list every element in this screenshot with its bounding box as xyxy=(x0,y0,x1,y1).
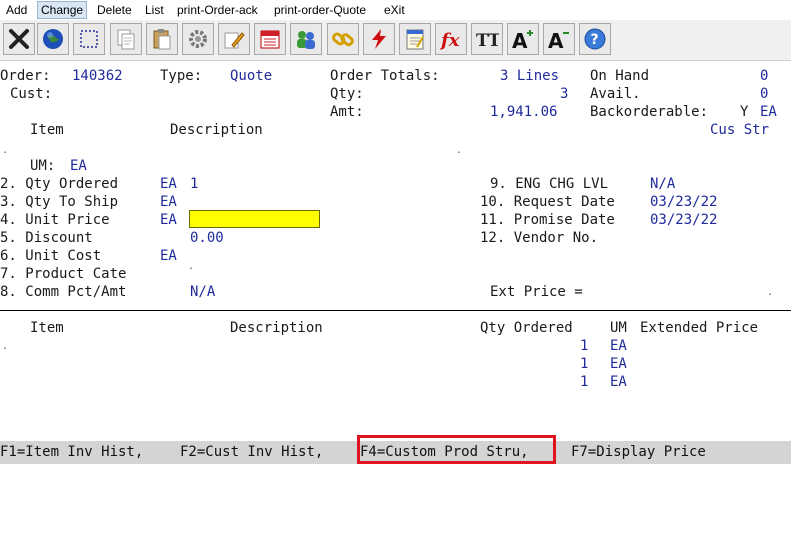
table-row-qty[interactable]: 1 xyxy=(580,355,588,373)
close-icon[interactable] xyxy=(3,23,35,55)
svg-text:TT: TT xyxy=(476,31,499,51)
font-increase-icon[interactable]: A xyxy=(507,23,539,55)
comm-pct-amt-label: 8. Comm Pct/Amt xyxy=(0,284,127,300)
qty-total: 3 xyxy=(560,86,569,102)
globe-icon[interactable] xyxy=(37,23,69,55)
menu-list[interactable]: List xyxy=(145,3,164,17)
f2-cust-inv-hist[interactable]: F2=Cust Inv Hist, xyxy=(180,441,323,464)
amt-total: 1,941.06 xyxy=(490,104,558,120)
svg-text:fx: fx xyxy=(439,30,460,51)
backorderable-label: Backorderable: xyxy=(590,104,709,120)
qty-ordered-label: 2. Qty Ordered xyxy=(0,176,119,192)
f1-item-inv-hist[interactable]: F1=Item Inv Hist, xyxy=(0,441,143,464)
svg-text:?: ? xyxy=(591,32,599,48)
request-date-value[interactable]: 03/23/22 xyxy=(650,193,717,211)
f7-display-price[interactable]: F7=Display Price xyxy=(571,441,706,464)
menu-exit[interactable]: eXit xyxy=(384,3,405,17)
function-icon[interactable]: fx xyxy=(435,23,467,55)
font-decrease-icon[interactable]: A xyxy=(543,23,575,55)
description-column-header: Description xyxy=(170,122,263,138)
type-label: Type: xyxy=(160,68,203,84)
order-label: Order: xyxy=(0,68,51,84)
field-marker: . xyxy=(767,287,774,298)
svg-text:A: A xyxy=(548,29,564,51)
menu-change[interactable]: Change xyxy=(37,1,88,19)
menu-bar: Add Change Delete List print-Order-ack p… xyxy=(0,0,791,20)
table-row-um[interactable]: EA xyxy=(610,337,627,355)
cust-label: Cust: xyxy=(10,86,53,102)
lines-count: 3 Lines xyxy=(500,68,560,84)
on-hand-label: On Hand xyxy=(590,68,650,84)
settings-icon[interactable] xyxy=(182,23,214,55)
menu-print-order-quote[interactable]: print-order-Quote xyxy=(274,3,366,17)
edit-icon[interactable] xyxy=(218,23,250,55)
avail-label: Avail. xyxy=(590,86,641,102)
lines-qty-ordered-header: Qty Ordered xyxy=(480,320,573,336)
avail-value: 0 xyxy=(760,86,769,102)
field-marker: . xyxy=(456,145,463,156)
order-totals-label: Order Totals: xyxy=(330,68,440,84)
table-row-qty[interactable]: 1 xyxy=(580,337,588,355)
field-marker: . xyxy=(188,261,195,272)
unit-price-label: 4. Unit Price xyxy=(0,212,110,228)
svg-text:A: A xyxy=(512,29,528,51)
table-row-qty[interactable]: 1 xyxy=(580,373,588,391)
lines-description-header: Description xyxy=(230,320,323,336)
order-entry-screen: Order: 140362 Type: Quote Order Totals: … xyxy=(0,61,791,441)
menu-print-order-ack[interactable]: print-Order-ack xyxy=(177,3,258,17)
discount-value[interactable]: 0.00 xyxy=(190,229,224,247)
ext-price-label: Ext Price = xyxy=(490,284,583,300)
product-category-label: 7. Product Cate xyxy=(0,266,127,282)
qty-ordered-um: EA xyxy=(160,176,177,192)
lines-um-header: UM xyxy=(610,320,627,336)
toolbar: fx TT A A ? xyxy=(0,20,791,61)
field-marker: . xyxy=(2,341,9,352)
comm-pct-amt-value: N/A xyxy=(190,284,216,300)
on-hand-value: 0 xyxy=(760,68,769,84)
um-value: EA xyxy=(70,158,87,174)
amt-label: Amt: xyxy=(330,104,364,120)
notepad-icon[interactable] xyxy=(399,23,431,55)
um-label: UM: xyxy=(30,158,56,174)
vendor-no-label: 12. Vendor No. xyxy=(480,230,599,246)
font-size-icon[interactable]: TT xyxy=(471,23,503,55)
unit-cost-um: EA xyxy=(160,248,177,264)
table-row-um[interactable]: EA xyxy=(610,373,627,391)
discount-label: 5. Discount xyxy=(0,230,93,246)
backorderable-value: Y xyxy=(740,104,749,120)
copy-icon[interactable] xyxy=(110,23,142,55)
lightning-icon[interactable] xyxy=(363,23,395,55)
select-icon[interactable] xyxy=(73,23,105,55)
menu-delete[interactable]: Delete xyxy=(97,3,132,17)
unit-price-um: EA xyxy=(160,212,177,228)
item-column-header: Item xyxy=(30,122,64,138)
section-divider xyxy=(0,310,791,311)
f4-callout-box xyxy=(357,435,556,464)
users-icon[interactable] xyxy=(290,23,322,55)
backorderable-um: EA xyxy=(760,104,777,120)
unit-cost-label: 6. Unit Cost xyxy=(0,248,102,264)
promise-date-label: 11. Promise Date xyxy=(480,212,615,228)
calendar-icon[interactable] xyxy=(254,23,286,55)
help-icon[interactable]: ? xyxy=(579,23,611,55)
link-icon[interactable] xyxy=(327,23,359,55)
lines-item-header: Item xyxy=(30,320,64,336)
request-date-label: 10. Request Date xyxy=(480,194,615,210)
order-number: 140362 xyxy=(72,68,123,84)
qty-label: Qty: xyxy=(330,86,364,102)
qty-to-ship-label: 3. Qty To Ship xyxy=(0,194,119,210)
lines-extended-price-header: Extended Price xyxy=(640,320,759,336)
type-value: Quote xyxy=(230,68,273,84)
eng-chg-lvl-label: 9. ENG CHG LVL xyxy=(490,176,609,192)
field-marker: . xyxy=(2,145,9,156)
cus-str-label: Cus Str xyxy=(710,122,770,138)
menu-add[interactable]: Add xyxy=(6,3,27,17)
promise-date-value[interactable]: 03/23/22 xyxy=(650,211,717,229)
unit-price-input[interactable] xyxy=(189,210,320,228)
table-row-um[interactable]: EA xyxy=(610,355,627,373)
qty-to-ship-um: EA xyxy=(160,194,177,210)
qty-ordered-input[interactable]: 1 xyxy=(190,175,198,193)
paste-icon[interactable] xyxy=(146,23,178,55)
eng-chg-lvl-value: N/A xyxy=(650,176,676,192)
